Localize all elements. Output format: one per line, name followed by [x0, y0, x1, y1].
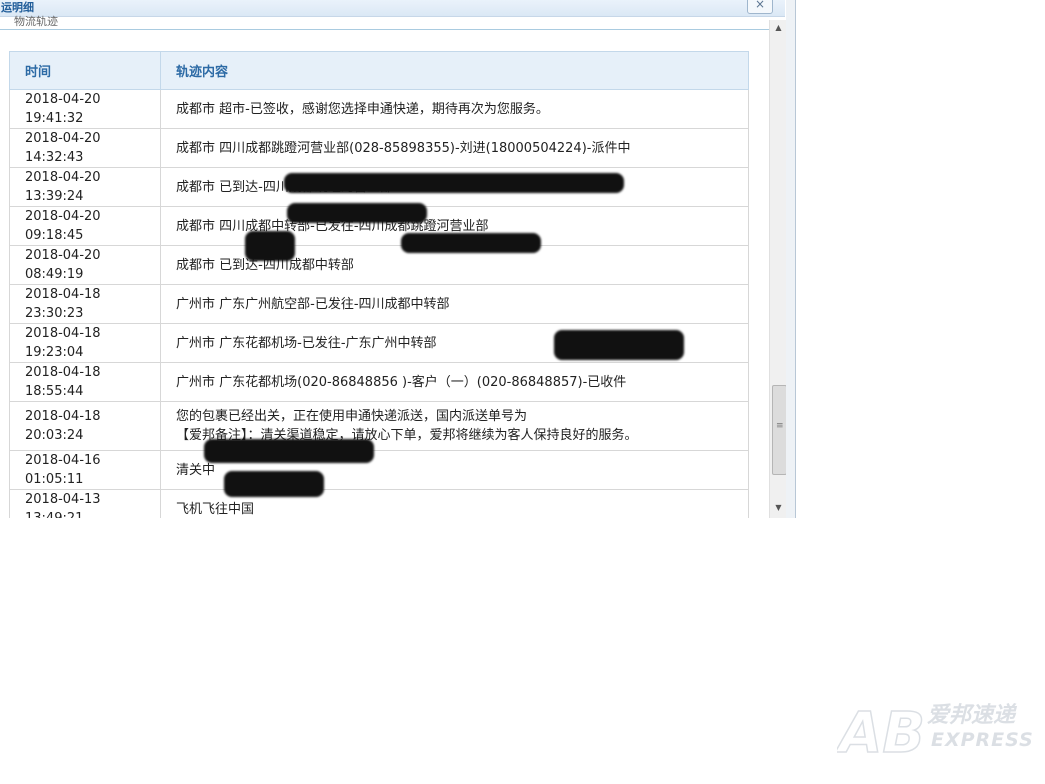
redaction-mark [224, 471, 324, 497]
close-icon: × [754, 0, 766, 11]
tracking-table: 时间 轨迹内容 2018-04-20 19:41:32 成都市 超市-已签收，感谢… [9, 51, 749, 518]
row-track-content: 广州市 广东花都机场(020-86848856 )-客户（一）(020-8684… [160, 362, 749, 402]
scroll-down-icon[interactable]: ▼ [770, 500, 787, 516]
scroll-grip-icon: ≡ [776, 421, 784, 431]
row-time: 2018-04-18 19:23:04 [9, 323, 161, 363]
row-track-content: 广州市 广东广州航空部-已发往-四川成都中转部 [160, 284, 749, 324]
row-track-content: 成都市 四川成都跳蹬河营业部(028-85898355)-刘进(18000504… [160, 128, 749, 168]
table-row: 2018-04-16 01:05:11 清关中 [9, 450, 749, 490]
redaction-mark [554, 330, 684, 360]
row-time: 2018-04-13 13:49:21 [9, 489, 161, 518]
row-time: 2018-04-20 19:41:32 [9, 89, 161, 129]
row-time: 2018-04-18 23:30:23 [9, 284, 161, 324]
table-header-row: 时间 轨迹内容 [9, 51, 749, 90]
logistics-detail-dialog: 运明细 × 物流轨迹 时间 轨迹内容 2018-04-20 19:41:32 成都… [0, 0, 796, 518]
table-row: 2018-04-18 23:30:23 广州市 广东广州航空部-已发往-四川成都中… [9, 284, 749, 324]
watermark-brand-en: EXPRESS [931, 729, 1034, 751]
table-row: 2018-04-20 08:49:19 成都市 已到达-四川成都中转部 [9, 245, 749, 285]
close-button[interactable]: × [747, 0, 773, 14]
ab-logo-icon: AB [834, 700, 926, 767]
dialog-titlebar: 运明细 × [0, 0, 785, 17]
row-time: 2018-04-18 20:03:24 [9, 401, 161, 451]
row-time: 2018-04-20 08:49:19 [9, 245, 161, 285]
aibang-express-watermark: AB 爱邦速递 EXPRESS [834, 697, 1037, 767]
svg-text:AB: AB [837, 701, 925, 762]
scroll-up-icon[interactable]: ▲ [770, 20, 787, 36]
table-row: 2018-04-18 18:55:44 广州市 广东花都机场(020-868488… [9, 362, 749, 402]
row-time: 2018-04-20 14:32:43 [9, 128, 161, 168]
row-time: 2018-04-20 09:18:45 [9, 206, 161, 246]
row-time: 2018-04-16 01:05:11 [9, 450, 161, 490]
background-window-edge [786, 0, 795, 518]
section-title: 物流轨迹 [14, 15, 58, 28]
tracking-table-container: 时间 轨迹内容 2018-04-20 19:41:32 成都市 超市-已签收，感谢… [9, 51, 749, 518]
row-track-content: 成都市 超市-已签收，感谢您选择申通快递，期待再次为您服务。 [160, 89, 749, 129]
table-row: 2018-04-18 20:03:24 您的包裹已经出关，正在使用申通快递派送，国… [9, 401, 749, 451]
header-time: 时间 [9, 51, 161, 90]
table-row: 2018-04-20 14:32:43 成都市 四川成都跳蹬河营业部(028-85… [9, 128, 749, 168]
header-track-content: 轨迹内容 [160, 51, 749, 90]
section-header: 物流轨迹 [0, 15, 770, 30]
table-row: 2018-04-20 19:41:32 成都市 超市-已签收，感谢您选择申通快递，… [9, 89, 749, 129]
redaction-mark [245, 231, 295, 261]
redaction-mark [287, 203, 427, 223]
scroll-thumb[interactable]: ≡ [772, 385, 787, 475]
row-time: 2018-04-20 13:39:24 [9, 167, 161, 207]
watermark-brand-cn: 爱邦速递 [927, 703, 1016, 728]
table-row: 2018-04-13 13:49:21飞机飞往中国 [9, 489, 749, 518]
row-track-content-line: 您的包裹已经出关，正在使用申通快递派送，国内派送单号为 [176, 409, 528, 424]
redaction-mark [284, 173, 624, 193]
redaction-mark [401, 233, 541, 253]
row-time: 2018-04-18 18:55:44 [9, 362, 161, 402]
vertical-scrollbar[interactable]: ▲ ≡ ▼ [769, 20, 787, 518]
redaction-mark [204, 439, 374, 463]
